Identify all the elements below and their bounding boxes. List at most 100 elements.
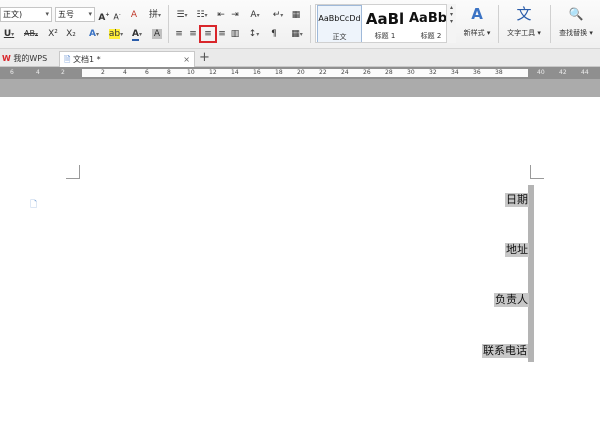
clear-format-button[interactable]: A	[127, 8, 141, 22]
text-tools-button[interactable]: 文 文字工具 ▾	[503, 6, 545, 38]
ruler-number: 28	[385, 69, 393, 76]
show-marks-button[interactable]: ↵▾	[270, 8, 286, 22]
text-address[interactable]: 地址	[505, 243, 529, 257]
ruler-number: 44	[581, 69, 589, 76]
font-size-value: 五号	[58, 10, 74, 19]
text-date[interactable]: 日期	[505, 193, 529, 207]
distribute-icon: ▥	[230, 29, 240, 39]
underline-button[interactable]: U▾	[0, 27, 18, 41]
table-grid-button[interactable]: ▦	[290, 8, 302, 22]
chevron-down-icon: ▾	[95, 31, 99, 38]
phonetic-icon: 拼	[148, 10, 158, 20]
search-icon: 🔍	[568, 7, 584, 21]
chevron-down-icon: ▾	[34, 31, 38, 38]
ribbon-toolbar: 正文) ▾ 五号 ▾ A+ A- A 拼▾ ☰▾ ☷▾ ⇤ ⇥ A▾ ↵▾ ▦ U▾…	[0, 0, 600, 49]
justify-button[interactable]: ≡	[216, 27, 228, 41]
ruler-number: 16	[253, 69, 261, 76]
align-center-button[interactable]: ≡	[187, 27, 199, 41]
align-left-button[interactable]: ≡	[173, 27, 185, 41]
style-name: 标题 1	[374, 32, 396, 40]
borders-icon: ▦	[291, 29, 300, 39]
ruler-number: 36	[473, 69, 481, 76]
chevron-down-icon: ▾	[280, 12, 284, 19]
ruler-number: 20	[297, 69, 305, 76]
close-icon[interactable]: ×	[183, 52, 190, 67]
document-icon: 🗎	[64, 55, 71, 64]
text-effect-button[interactable]: A▾	[84, 27, 104, 41]
style-normal[interactable]: AaBbCcDd 正文	[317, 5, 362, 42]
chinese-layout-button[interactable]: A▾	[245, 8, 265, 22]
divider	[168, 5, 169, 43]
ruler-number: 2	[61, 69, 65, 76]
font-color-button[interactable]: A▾	[128, 27, 146, 41]
increase-indent-button[interactable]: ⇥	[229, 8, 241, 22]
new-tab-button[interactable]: +	[199, 50, 210, 66]
wps-logo-icon: W	[2, 54, 11, 63]
char-shading-button[interactable]: A	[150, 27, 164, 41]
distribute-button[interactable]: ▥	[229, 27, 241, 41]
ruler-number: 2	[101, 69, 105, 76]
paragraph-anchor-icon: 🗋	[30, 200, 38, 210]
text-person-in-charge[interactable]: 负责人	[494, 293, 529, 307]
margin-corner-top-right	[530, 165, 544, 179]
bullets-button[interactable]: ☰▾	[173, 8, 191, 22]
numbering-button[interactable]: ☷▾	[193, 8, 211, 22]
tab-document-1[interactable]: 🗎 文档1 * ×	[59, 51, 195, 67]
grow-font-button[interactable]: A+	[98, 8, 110, 23]
ruler-number: 10	[187, 69, 195, 76]
text-contact-phone[interactable]: 联系电话	[482, 344, 528, 358]
chevron-down-icon: ▾	[138, 31, 142, 38]
divider	[550, 5, 551, 43]
ruler-number: 32	[429, 69, 437, 76]
chevron-down-icon[interactable]: ▾	[447, 11, 456, 18]
chevron-down-icon: ▾	[204, 12, 208, 19]
font-size-select[interactable]: 五号 ▾	[55, 7, 95, 22]
ruler-number: 24	[341, 69, 349, 76]
ruler-number: 18	[275, 69, 283, 76]
divider	[498, 5, 499, 43]
new-style-button[interactable]: A 新样式 ▾	[460, 6, 494, 38]
text-tools-label: 文字工具 ▾	[507, 29, 541, 37]
strikethrough-button[interactable]: AB▾	[20, 27, 42, 41]
ruler-number: 6	[10, 69, 14, 76]
phonetic-guide-button[interactable]: 拼▾	[145, 8, 165, 22]
styles-scroll[interactable]: ▴ ▾ ▾	[446, 4, 456, 43]
selection-bar	[528, 185, 534, 362]
table-grid-icon: ▦	[291, 10, 301, 20]
superscript-icon: X²	[48, 29, 58, 39]
tab-my-wps[interactable]: W 我的WPS	[0, 51, 58, 67]
justify-icon: ≡	[218, 29, 226, 39]
document-page[interactable]	[0, 97, 600, 427]
style-sample: AaBbCcDd	[318, 14, 361, 23]
paragraph-settings-button[interactable]: ¶	[268, 27, 280, 41]
ruler-number: 6	[145, 69, 149, 76]
tab-label: 文档1 *	[72, 55, 101, 64]
style-heading-1[interactable]: AaBl 标题 1	[363, 5, 407, 42]
ruler-number: 4	[123, 69, 127, 76]
chevron-down-icon: ▾	[256, 31, 260, 38]
borders-button[interactable]: ▦▾	[288, 27, 306, 41]
chevron-down-icon: ▾	[256, 12, 260, 19]
chevron-down-icon: ▾	[88, 10, 92, 18]
subscript-button[interactable]: X₂	[64, 27, 78, 41]
find-replace-button[interactable]: 🔍 查找替换 ▾	[554, 6, 598, 38]
chevron-up-icon[interactable]: ▴	[447, 4, 456, 11]
numbered-list-icon: ☷	[196, 10, 205, 20]
new-style-icon: A	[471, 5, 483, 23]
ruler-number: 8	[167, 69, 171, 76]
ruler-number: 4	[36, 69, 40, 76]
decrease-indent-button[interactable]: ⇤	[215, 8, 227, 22]
expand-gallery-icon[interactable]: ▾	[447, 18, 456, 25]
margin-corner-top-left	[66, 165, 80, 179]
divider	[310, 5, 311, 43]
font-name-select[interactable]: 正文) ▾	[0, 7, 52, 22]
shrink-font-button[interactable]: A-	[111, 8, 123, 22]
styles-gallery: AaBbCcDd 正文 AaBl 标题 1 AaBb( 标题 2	[315, 4, 456, 43]
chevron-down-icon: ▾	[11, 31, 15, 38]
line-spacing-button[interactable]: ↕▾	[245, 27, 263, 41]
strikethrough-icon: AB	[24, 29, 35, 38]
superscript-button[interactable]: X²	[46, 27, 60, 41]
highlight-color-button[interactable]: ab▾	[106, 27, 126, 41]
find-replace-label: 查找替换 ▾	[559, 29, 593, 37]
horizontal-ruler[interactable]: 6 4 2 2 4 6 8 10 12 14 16 18 20 22 24 26…	[0, 67, 600, 79]
